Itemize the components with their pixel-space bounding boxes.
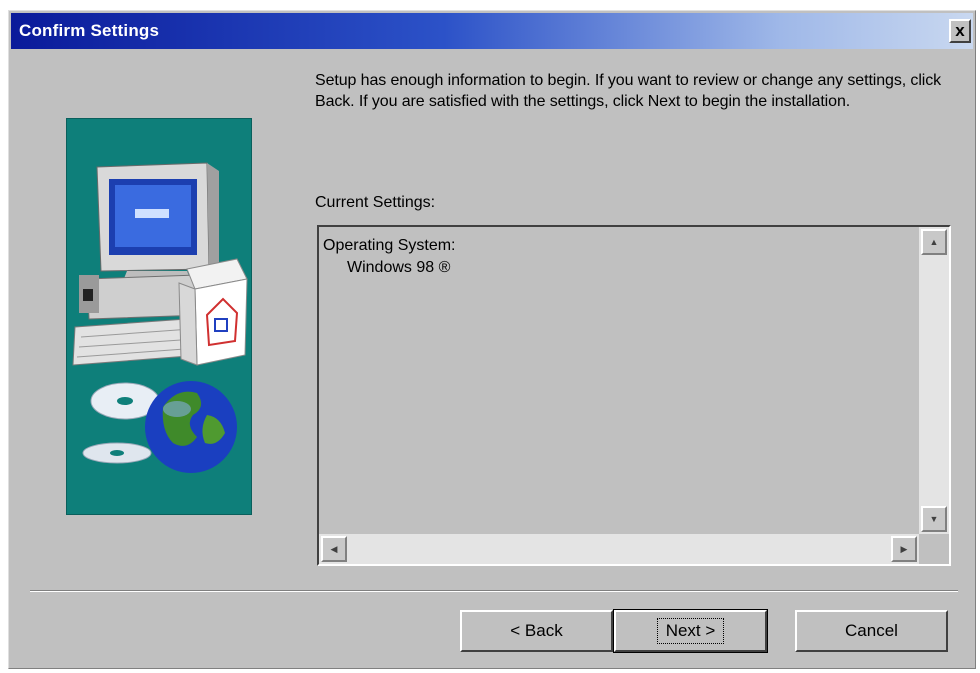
scrollbar-corner <box>919 534 949 564</box>
back-button-label: < Back <box>510 621 563 640</box>
vertical-scrollbar[interactable]: ▲ ▼ <box>919 227 949 534</box>
scroll-right-icon[interactable]: ▶ <box>891 536 917 562</box>
setup-illustration-graphic <box>72 162 248 473</box>
close-button[interactable]: x <box>949 19 971 43</box>
cancel-button[interactable]: Cancel <box>795 610 948 652</box>
globe-icon <box>145 381 237 473</box>
scroll-down-icon[interactable]: ▼ <box>921 506 947 532</box>
cancel-button-label: Cancel <box>845 621 898 640</box>
close-icon: x <box>955 21 965 40</box>
scroll-left-icon[interactable]: ◀ <box>321 536 347 562</box>
current-settings-label: Current Settings: <box>315 194 436 211</box>
window-title: Confirm Settings <box>19 21 160 40</box>
next-button[interactable]: Next > <box>613 609 768 653</box>
next-button-label: Next > <box>656 618 725 644</box>
back-button[interactable]: < Back <box>460 610 613 652</box>
title-bar[interactable]: Confirm Settings x <box>11 13 973 49</box>
settings-heading: Operating System: <box>323 237 456 254</box>
scroll-up-icon[interactable]: ▲ <box>921 229 947 255</box>
settings-value: Windows 98 ® <box>347 259 451 276</box>
setup-description: Setup has enough information to begin. I… <box>315 72 942 110</box>
setup-illustration <box>66 118 252 515</box>
package-box-icon <box>178 258 248 366</box>
horizontal-scrollbar[interactable]: ◀ ▶ <box>319 534 919 564</box>
current-settings-listbox[interactable]: Operating System: Windows 98 ® ▲ ▼ ◀ ▶ <box>317 225 951 566</box>
button-separator <box>30 590 958 592</box>
settings-content: Operating System: Windows 98 ® <box>323 235 456 279</box>
